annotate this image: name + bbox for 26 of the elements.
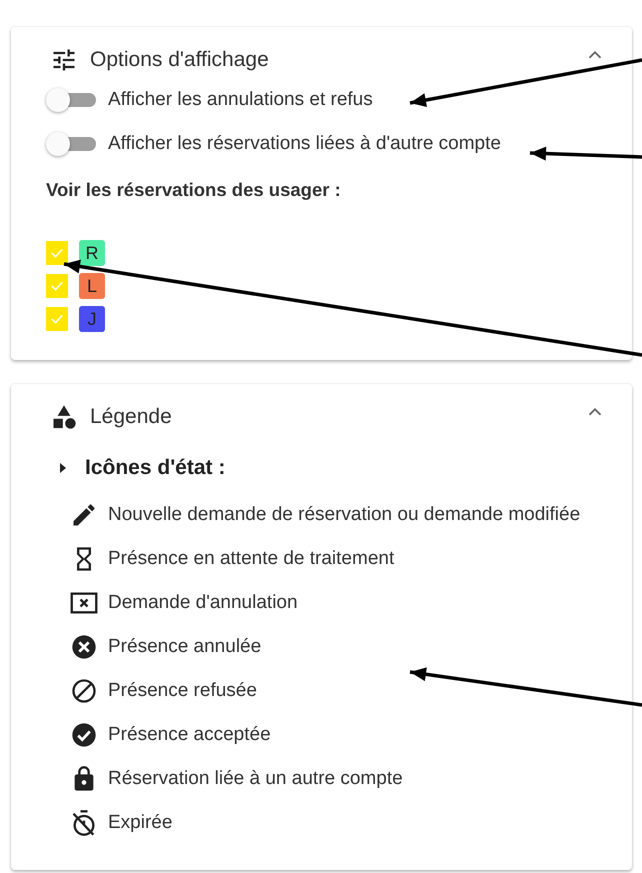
legend-label: Expirée (108, 812, 172, 834)
panel-title: Options d'affichage (90, 48, 270, 72)
user-avatar: L (79, 273, 105, 299)
legend-label: Réservation liée à un autre compte (108, 768, 403, 790)
legend-label: Présence refusée (108, 680, 257, 702)
x-circle-icon (70, 633, 98, 661)
check-circle-icon (70, 721, 98, 749)
toggle-switch[interactable] (46, 87, 96, 113)
legend-label: Présence acceptée (108, 724, 271, 746)
checkbox[interactable] (46, 241, 68, 265)
toggle-switch[interactable] (46, 131, 96, 157)
users-label: Voir les réservations des usager : (46, 179, 342, 201)
checkbox[interactable] (46, 274, 68, 298)
prohibited-icon (70, 677, 98, 705)
checkbox[interactable] (46, 307, 68, 331)
user-avatar: J (79, 306, 105, 332)
toggle-label: Afficher les réservations liées à d'autre compte (108, 133, 501, 155)
legend-label: Présence en attente de traitement (108, 548, 394, 570)
toggle-label: Afficher les annulations et refus (108, 89, 373, 111)
user-avatar: R (79, 240, 105, 266)
panel-title: Légende (90, 405, 173, 429)
legend-label: Nouvelle demande de réservation ou demande modifiée (108, 504, 580, 526)
caret-icon[interactable] (59, 462, 67, 474)
legend-label: Présence annulée (108, 636, 262, 658)
section-title: Icônes d'état : (85, 456, 226, 480)
legend-label: Demande d'annulation (108, 592, 298, 614)
